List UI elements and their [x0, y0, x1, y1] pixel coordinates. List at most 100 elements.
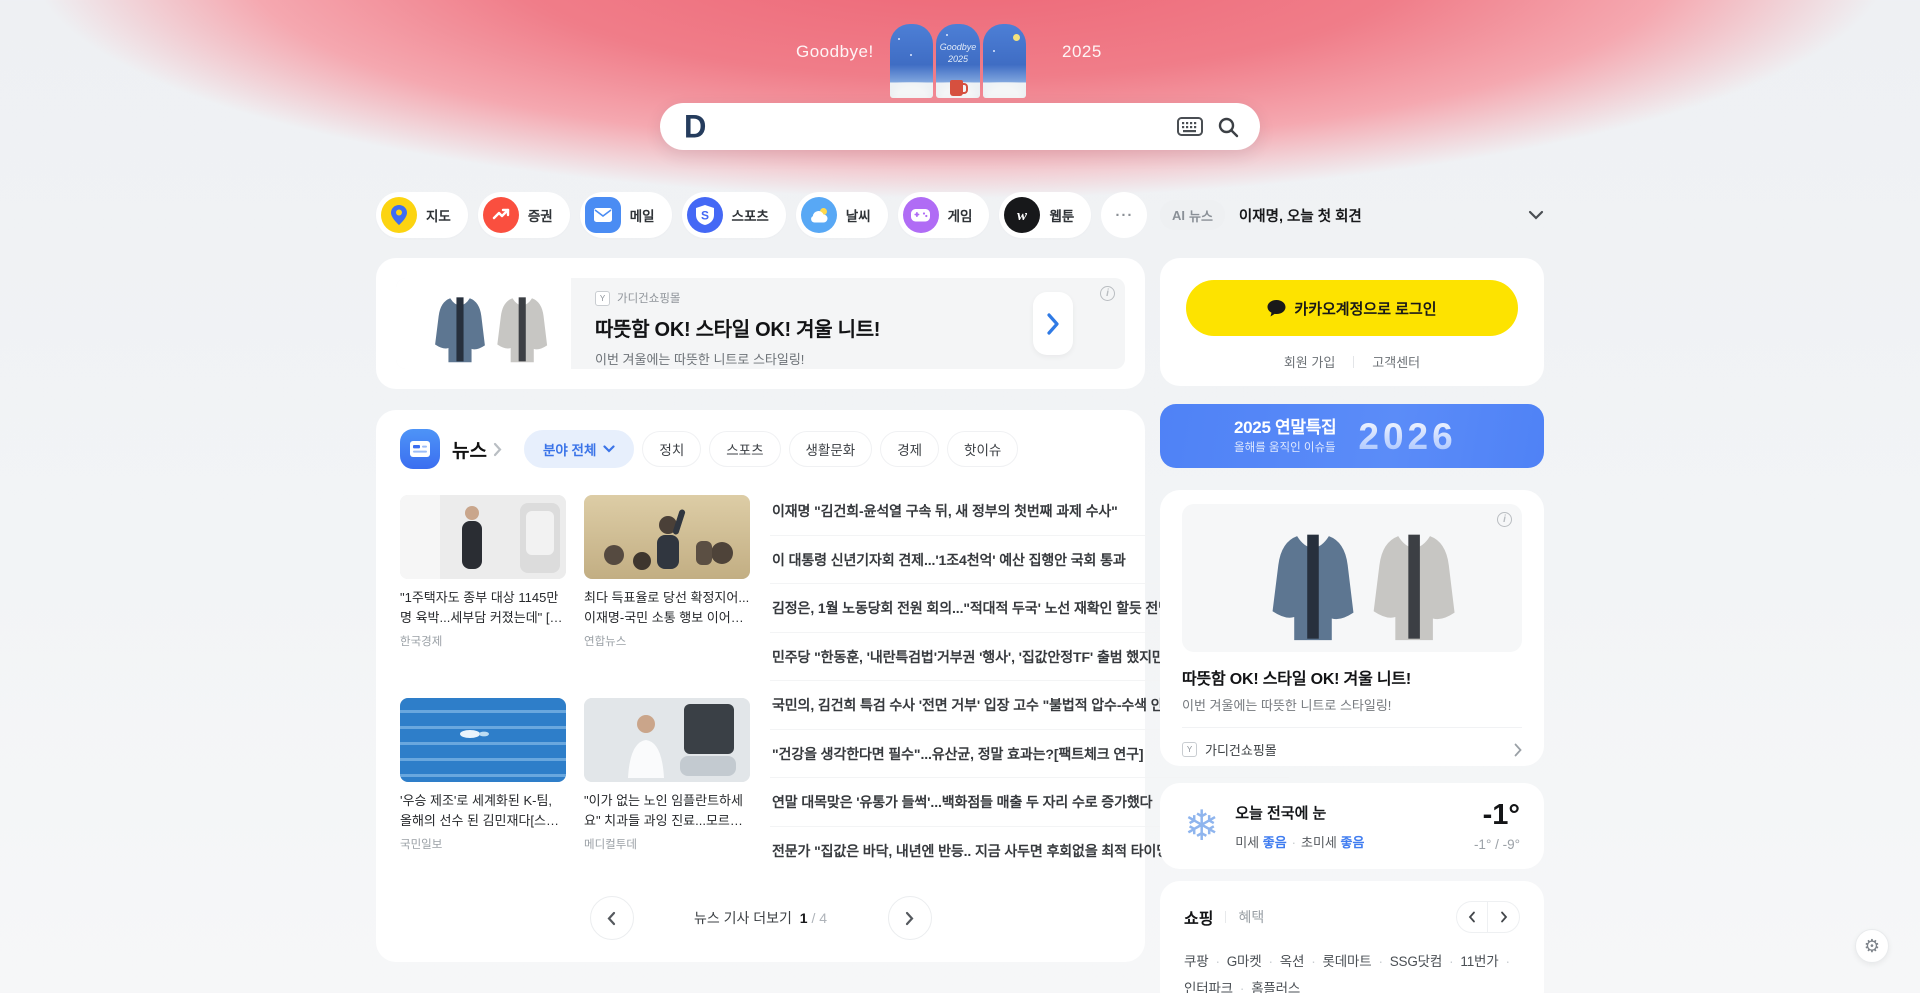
- ad-banner-card: Y 가디건쇼핑몰 따뜻함 OK! 스타일 OK! 겨울 니트! 이번 겨울에는 …: [376, 258, 1145, 389]
- shortcut-label: 스포츠: [732, 205, 769, 225]
- tab-economy[interactable]: 경제: [880, 431, 939, 467]
- speech-bubble-icon: [1267, 299, 1286, 317]
- advertiser-name: 가디건쇼핑몰: [1205, 740, 1506, 759]
- news-card-press: 국민일보: [400, 836, 566, 852]
- ad-product-image: i: [1182, 504, 1522, 652]
- ad-banner[interactable]: Y 가디건쇼핑몰 따뜻함 OK! 스타일 OK! 겨울 니트! 이번 겨울에는 …: [396, 278, 1125, 369]
- year-end-special-banner[interactable]: 2025 연말특집 올해를 움직인 이슈들 2026: [1160, 404, 1544, 468]
- dust-info: 미세 좋음·초미세 좋음: [1235, 832, 1474, 851]
- shortcut-webtoon[interactable]: w 웹툰: [999, 192, 1091, 238]
- ai-news-row: AI뉴스 이재명, 오늘 첫 회견: [1160, 200, 1544, 230]
- shopping-title: 쇼핑: [1184, 905, 1213, 929]
- shop-link[interactable]: 롯데마트: [1304, 954, 1371, 969]
- gear-icon: ⚙: [1864, 936, 1880, 957]
- news-card-press: 한국경제: [400, 633, 566, 649]
- shortcut-label: 증권: [528, 205, 553, 225]
- next-page-button[interactable]: [888, 896, 932, 940]
- shop-link[interactable]: SSG닷컴: [1371, 954, 1442, 969]
- news-photo-card[interactable]: "이가 없는 노인 임플란트하세요" 치과들 과잉 진료...모르면 당해, 건…: [584, 698, 750, 874]
- shop-link[interactable]: 홈플러스: [1233, 981, 1300, 993]
- shopping-arrows: [1456, 901, 1520, 933]
- shortcut-mail[interactable]: 메일: [580, 192, 672, 238]
- news-more-icon[interactable]: [493, 442, 502, 457]
- news-photo-grid: "1주택자도 종부 대상 1145만명 육박...세부담 커졌는데" [부동산은…: [400, 495, 750, 874]
- ai-news-headline[interactable]: 이재명, 오늘 첫 회견: [1239, 205, 1528, 226]
- temperature-range: -1° / -9°: [1474, 837, 1520, 852]
- mug-illustration: [950, 80, 963, 96]
- shortcut-label: 웹툰: [1049, 205, 1074, 225]
- news-pagination: 뉴스 기사 더보기 1 / 4: [400, 896, 1121, 940]
- ad-subtitle: 이번 겨울에는 따뜻한 니트로 스타일링!: [1182, 695, 1522, 714]
- shortcut-label: 지도: [426, 205, 451, 225]
- weather-cloud-icon: [801, 197, 837, 233]
- news-photo-card[interactable]: '우승 제조'로 세계화된 K-팀, 올해의 선수 된 김민재다[스포츠 결산]…: [400, 698, 566, 874]
- shop-link[interactable]: 옥션: [1262, 954, 1305, 969]
- service-shortcuts: 지도 증권 메일 S 스포츠: [376, 192, 1160, 238]
- pagination-label: 뉴스 기사 더보기: [694, 910, 792, 926]
- signup-link[interactable]: 회원 가입: [1284, 352, 1335, 371]
- chevron-down-icon[interactable]: [1528, 210, 1544, 220]
- news-thumbnail: [584, 495, 750, 579]
- ad-info-icon[interactable]: i: [1497, 512, 1512, 527]
- kakao-login-button[interactable]: 카카오계정으로 로그인: [1186, 280, 1518, 336]
- ad-go-button[interactable]: [1033, 292, 1073, 355]
- svg-text:S: S: [701, 209, 709, 223]
- shortcut-stocks[interactable]: 증권: [478, 192, 570, 238]
- stocks-arrow-icon: [483, 197, 519, 233]
- shortcut-map[interactable]: 지도: [376, 192, 468, 238]
- ad-title: 따뜻함 OK! 스타일 OK! 겨울 니트!: [595, 313, 1005, 342]
- special-subtitle: 올해를 움직인 이슈들: [1234, 441, 1336, 455]
- svg-text:w: w: [1017, 208, 1028, 222]
- divider: [1353, 356, 1354, 368]
- news-thumbnail: [400, 698, 566, 782]
- tab-hot-issue[interactable]: 핫이슈: [947, 431, 1018, 467]
- help-center-link[interactable]: 고객센터: [1372, 352, 1420, 371]
- mail-icon: [585, 197, 621, 233]
- ad-product-image: [396, 278, 571, 369]
- tab-politics[interactable]: 정치: [642, 431, 701, 467]
- shortcuts-more-button[interactable]: ···: [1101, 192, 1147, 238]
- side-ad-card[interactable]: i 따뜻함 OK! 스타일 OK! 겨울 니트! 이번 겨울에는 따뜻한 니트로…: [1160, 490, 1544, 766]
- gamepad-icon: [903, 197, 939, 233]
- news-section-icon: [400, 429, 440, 469]
- shopping-card: 쇼핑 혜택 쿠팡G마켓옥션롯데마트SSG닷컴11번가인터파크홈플러스: [1160, 881, 1544, 993]
- sports-s-icon: S: [687, 197, 723, 233]
- shortcut-label: 날씨: [846, 205, 871, 225]
- settings-gear-button[interactable]: ⚙: [1855, 929, 1889, 963]
- current-temperature: -1°: [1474, 801, 1520, 830]
- shopping-next-button[interactable]: [1488, 902, 1519, 932]
- banner-center-text: Goodbye2025: [936, 42, 979, 65]
- shortcut-game[interactable]: 게임: [898, 192, 990, 238]
- news-thumbnail: [584, 698, 750, 782]
- shopping-links: 쿠팡G마켓옥션롯데마트SSG닷컴11번가인터파크홈플러스 GS SHOP롯데홈쇼…: [1184, 948, 1520, 993]
- shortcut-weather[interactable]: 날씨: [796, 192, 888, 238]
- news-photo-card[interactable]: 최다 득표율로 당선 확정지어... 이재명-국민 소통 행보 이어간다[202…: [584, 495, 750, 671]
- news-card-title: '우승 제조'로 세계화된 K-팀, 올해의 선수 된 김민재다[스포츠 결산]: [400, 791, 566, 831]
- advertiser-name: 가디건쇼핑몰: [617, 290, 680, 306]
- shop-link[interactable]: 11번가: [1442, 954, 1498, 969]
- pagination-current: 1: [800, 910, 808, 926]
- weather-card[interactable]: ❄ 오늘 전국에 눈 미세 좋음·초미세 좋음 -1° -1° / -9°: [1160, 783, 1544, 869]
- shopping-prev-button[interactable]: [1457, 902, 1488, 932]
- news-photo-card[interactable]: "1주택자도 종부 대상 1145만명 육박...세부담 커졌는데" [부동산은…: [400, 495, 566, 671]
- shopping-benefit-tab[interactable]: 혜택: [1238, 907, 1264, 927]
- shop-link[interactable]: 쿠팡: [1184, 954, 1208, 969]
- advertiser-logo-icon: Y: [1182, 742, 1197, 757]
- tab-category-all[interactable]: 분야 전체: [524, 430, 634, 468]
- advertiser-row[interactable]: Y 가디건쇼핑몰: [1182, 740, 1522, 759]
- weather-title: 오늘 전국에 눈: [1235, 802, 1474, 823]
- map-pin-icon: [381, 197, 417, 233]
- news-card-title: 최다 득표율로 당선 확정지어... 이재명-국민 소통 행보 이어간다[202…: [584, 588, 750, 628]
- tab-life[interactable]: 생활문화: [789, 431, 873, 467]
- shortcut-label: 메일: [630, 205, 655, 225]
- tab-sports[interactable]: 스포츠: [709, 431, 780, 467]
- shortcut-sports[interactable]: S 스포츠: [682, 192, 786, 238]
- advertiser-logo-icon: Y: [595, 291, 610, 306]
- prev-page-button[interactable]: [590, 896, 634, 940]
- news-card-title: "이가 없는 노인 임플란트하세요" 치과들 과잉 진료...모르면 당해, 건…: [584, 791, 750, 831]
- pagination-total: 4: [819, 910, 827, 926]
- news-title: 뉴스: [452, 436, 487, 463]
- ad-info-icon[interactable]: i: [1100, 286, 1115, 301]
- shop-link[interactable]: G마켓: [1208, 954, 1261, 969]
- news-card-title: "1주택자도 종부 대상 1145만명 육박...세부담 커졌는데" [부동산은…: [400, 588, 566, 628]
